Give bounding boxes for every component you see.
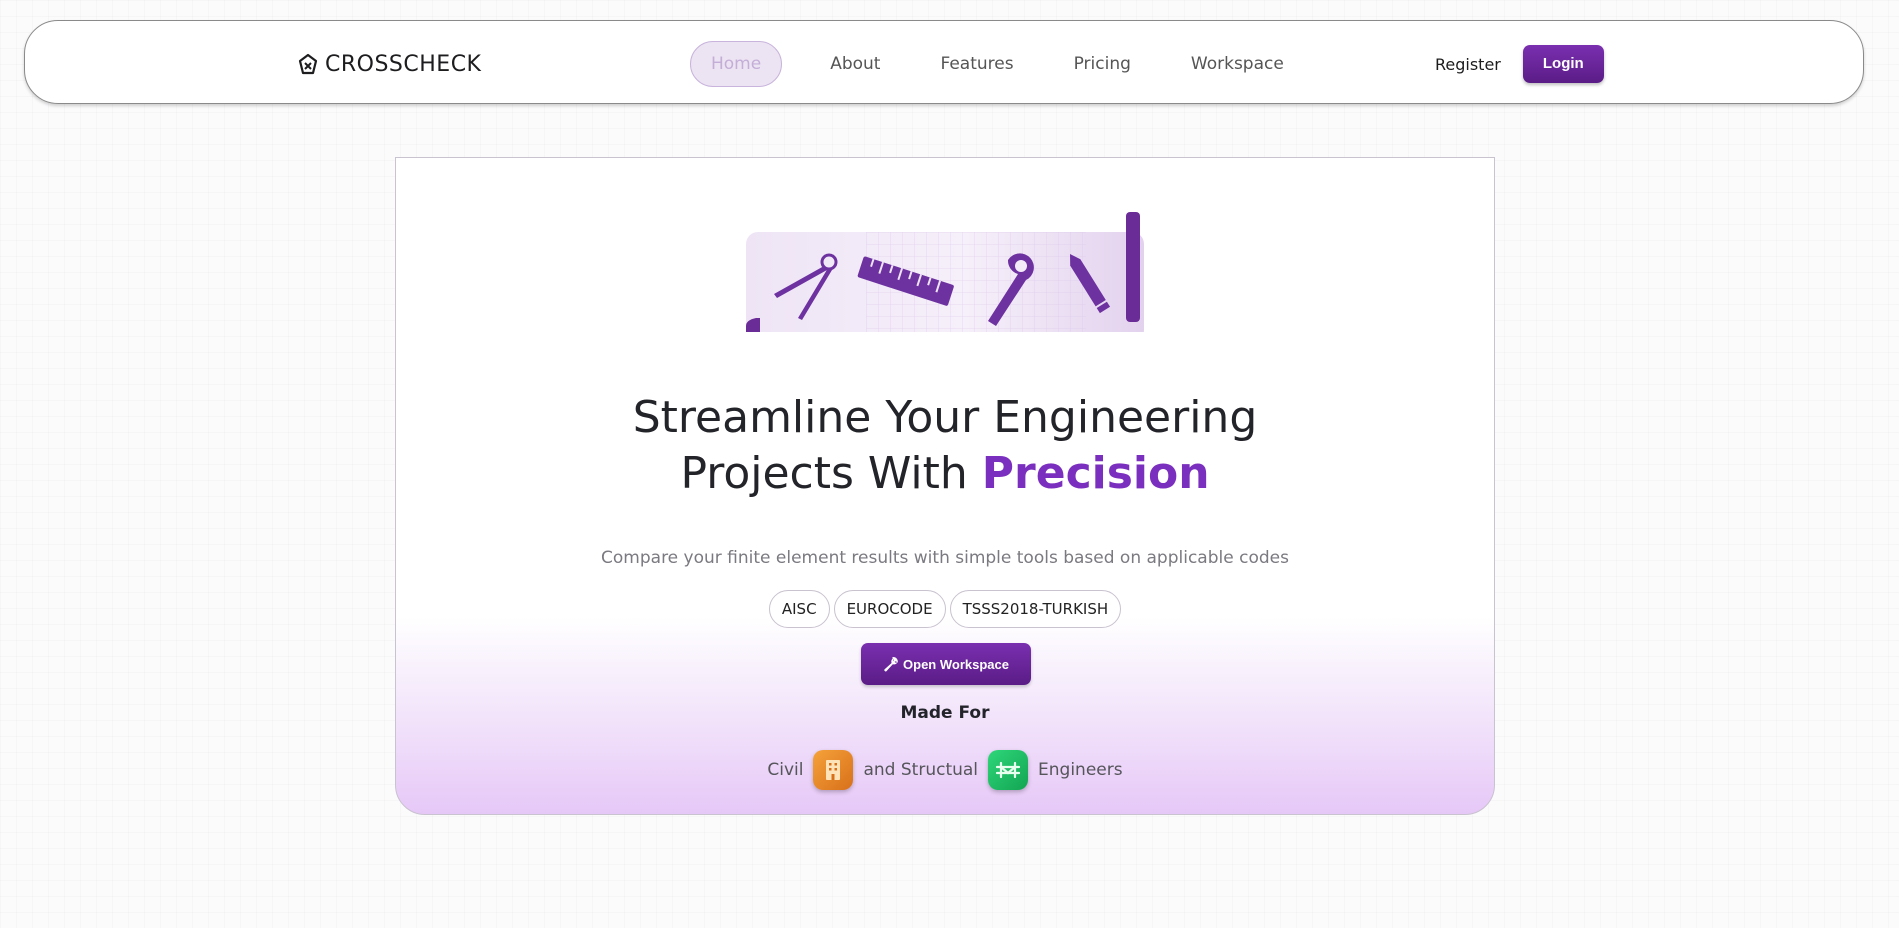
building-icon [813, 750, 854, 790]
hero-subtitle: Compare your finite element results with… [601, 548, 1289, 568]
brand-logo[interactable]: CROSSCHECK [297, 52, 482, 77]
crosscheck-logo-icon [298, 53, 318, 74]
nav-auth: Register Login [1435, 45, 1604, 83]
navbar: CROSSCHECK Home About Features Pricing W… [24, 20, 1864, 104]
nav-link-workspace[interactable]: Workspace [1161, 41, 1314, 87]
nav-link-pricing[interactable]: Pricing [1044, 41, 1161, 87]
headline-accent: Precision [981, 448, 1210, 499]
audience-engineers: Engineers [1038, 760, 1123, 780]
hero-illustration [746, 212, 1144, 332]
bridge-icon [988, 750, 1029, 790]
code-chips: AISC EUROCODE TSSS2018-TURKISH [396, 590, 1494, 628]
nav-link-about[interactable]: About [800, 41, 910, 87]
made-for-heading: Made For [900, 703, 990, 723]
open-workspace-label: Open Workspace [903, 656, 1009, 672]
headline-line2: Projects With [680, 448, 982, 499]
login-button[interactable]: Login [1522, 45, 1604, 83]
register-link[interactable]: Register [1435, 55, 1501, 74]
wrench-small-icon [884, 656, 898, 672]
audience-civil: Civil [767, 760, 804, 780]
headline-line1: Streamline Your Engineering [632, 392, 1258, 443]
hero-headline: Streamline Your Engineering Projects Wit… [396, 390, 1494, 502]
chip-aisc[interactable]: AISC [768, 590, 830, 628]
nav-link-home[interactable]: Home [690, 41, 783, 87]
nav-links: Home About Features Pricing Workspace [690, 41, 1314, 87]
open-workspace-button[interactable]: Open Workspace [861, 643, 1031, 685]
nav-link-features[interactable]: Features [910, 41, 1043, 87]
chip-tsss2018[interactable]: TSSS2018-TURKISH [949, 590, 1122, 628]
brand-name: CROSSCHECK [325, 52, 482, 77]
audience-structural: and Structual [863, 760, 979, 780]
chip-eurocode[interactable]: EUROCODE [833, 590, 946, 628]
hero-card: Streamline Your Engineering Projects Wit… [395, 157, 1495, 815]
audience-line: Civil and Structual Engineers [396, 750, 1494, 790]
